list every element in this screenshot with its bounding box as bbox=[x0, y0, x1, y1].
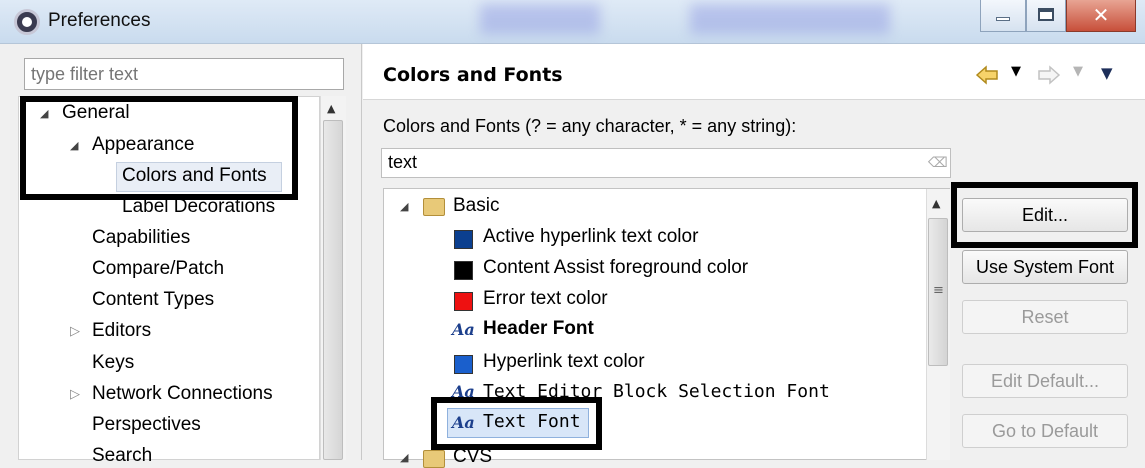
list-item-text-font[interactable]: Text Font bbox=[483, 411, 581, 432]
tree-item-compare-patch[interactable]: Compare/Patch bbox=[92, 258, 224, 280]
color-swatch-icon bbox=[454, 230, 473, 249]
background-blur bbox=[690, 4, 890, 34]
page-title: Colors and Fonts bbox=[383, 64, 563, 86]
colors-fonts-search-input[interactable]: text bbox=[381, 148, 951, 178]
forward-arrow-icon bbox=[1038, 65, 1061, 85]
tree-item-general[interactable]: General bbox=[62, 102, 130, 124]
background-blur bbox=[480, 4, 600, 34]
back-arrow-icon bbox=[975, 65, 998, 85]
scroll-up-icon[interactable]: ▲ bbox=[327, 102, 335, 115]
color-swatch-icon bbox=[454, 292, 473, 311]
font-icon: Aa bbox=[452, 382, 475, 401]
back-button[interactable] bbox=[975, 64, 999, 86]
tree-item-search[interactable]: Search bbox=[92, 445, 152, 467]
forward-dropdown-icon[interactable]: ▼ bbox=[1073, 64, 1083, 79]
list-item-error-text[interactable]: Error text color bbox=[483, 288, 608, 310]
list-item-content-assist[interactable]: Content Assist foreground color bbox=[483, 257, 748, 279]
collapse-triangle-icon[interactable] bbox=[70, 324, 80, 339]
search-value: text bbox=[388, 152, 418, 172]
grip-icon: ≡ bbox=[933, 283, 944, 298]
tree-item-editors[interactable]: Editors bbox=[92, 320, 151, 342]
group-cvs[interactable]: CVS bbox=[453, 446, 492, 468]
filter-input[interactable] bbox=[24, 58, 344, 90]
group-basic[interactable]: Basic bbox=[453, 195, 499, 217]
tree-item-network-connections[interactable]: Network Connections bbox=[92, 383, 273, 405]
list-item-block-selection-font[interactable]: Text Editor Block Selection Font bbox=[483, 381, 830, 402]
minimize-icon bbox=[996, 17, 1010, 21]
filter-description: Colors and Fonts (? = any character, * =… bbox=[383, 116, 797, 136]
expand-triangle-icon[interactable] bbox=[70, 139, 78, 152]
view-menu-icon[interactable]: ▼ bbox=[1101, 64, 1113, 82]
forward-button[interactable] bbox=[1037, 64, 1061, 86]
app-icon bbox=[14, 9, 40, 35]
back-dropdown-icon[interactable]: ▼ bbox=[1011, 64, 1021, 79]
color-swatch-icon bbox=[454, 355, 473, 374]
tree-item-colors-and-fonts[interactable]: Colors and Fonts bbox=[122, 165, 267, 187]
use-system-font-button[interactable]: Use System Font bbox=[962, 250, 1128, 284]
collapse-triangle-icon[interactable] bbox=[70, 387, 80, 402]
tree-item-perspectives[interactable]: Perspectives bbox=[92, 414, 201, 436]
edit-default-button[interactable]: Edit Default... bbox=[962, 364, 1128, 398]
color-swatch-icon bbox=[454, 261, 473, 280]
tree-item-content-types[interactable]: Content Types bbox=[92, 289, 214, 311]
maximize-icon bbox=[1038, 8, 1054, 21]
tree-item-keys[interactable]: Keys bbox=[92, 352, 134, 374]
tree-item-label-decorations[interactable]: Label Decorations bbox=[122, 196, 275, 218]
tree-item-appearance[interactable]: Appearance bbox=[92, 134, 194, 156]
list-item-header-font[interactable]: Header Font bbox=[483, 318, 594, 340]
close-icon: ✕ bbox=[1092, 3, 1110, 27]
close-button[interactable]: ✕ bbox=[1066, 0, 1136, 32]
list-scrollbar-thumb[interactable]: ≡ bbox=[928, 218, 948, 366]
reset-button[interactable]: Reset bbox=[962, 300, 1128, 334]
clear-search-icon[interactable]: ⌫ bbox=[928, 155, 948, 171]
minimize-button[interactable] bbox=[980, 0, 1026, 32]
scroll-up-icon[interactable]: ▲ bbox=[932, 197, 940, 210]
font-icon: Aa bbox=[452, 413, 475, 432]
edit-button[interactable]: Edit... bbox=[962, 198, 1128, 232]
tree-scrollbar-thumb[interactable] bbox=[323, 120, 343, 460]
expand-triangle-icon[interactable] bbox=[400, 200, 408, 213]
font-icon: Aa bbox=[452, 320, 475, 339]
list-item-hyperlink-text[interactable]: Hyperlink text color bbox=[483, 351, 645, 373]
folder-icon bbox=[423, 450, 445, 468]
expand-triangle-icon[interactable] bbox=[40, 107, 48, 120]
list-item-active-hyperlink[interactable]: Active hyperlink text color bbox=[483, 226, 698, 248]
maximize-button[interactable] bbox=[1026, 0, 1066, 32]
tree-item-capabilities[interactable]: Capabilities bbox=[92, 227, 190, 249]
go-to-default-button[interactable]: Go to Default bbox=[962, 414, 1128, 448]
window-title: Preferences bbox=[48, 10, 151, 31]
expand-triangle-icon[interactable] bbox=[400, 451, 408, 464]
folder-icon bbox=[423, 198, 445, 216]
